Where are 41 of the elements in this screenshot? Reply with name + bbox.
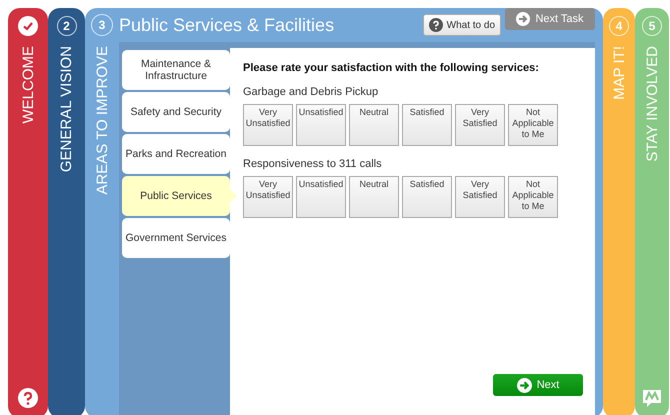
rating-option[interactable]: Not Applicable to Me [508,176,558,218]
rating-option[interactable]: Not Applicable to Me [508,104,558,146]
stage-number: 5 [642,16,662,36]
stage-number: 2 [56,16,76,36]
category-tab[interactable]: Safety and Security [122,92,230,132]
rating-option[interactable]: Neutral [349,104,399,146]
help-icon[interactable] [18,388,38,408]
stage-number: 4 [609,16,629,36]
pointer-icon [230,190,237,202]
rating-option[interactable]: Satisfied [402,104,452,146]
category-tab[interactable]: Parks and Recreation [122,134,230,174]
stage-number: 3 [91,14,113,36]
next-button[interactable]: Next [493,374,583,396]
rating-option[interactable]: Unsatisfied [296,104,346,146]
question-label: Responsiveness to 311 calls [243,158,383,170]
stage-label: GENERAL VISION [58,46,75,172]
rating-option[interactable]: Very Unsatisfied [243,104,293,146]
rating-option[interactable]: Satisfied [402,176,452,218]
category-tab[interactable]: Maintenance & Infrastructure [122,50,230,90]
rating-option[interactable]: Very Unsatisfied [243,176,293,218]
stage-label: STAY INVOLVED [644,46,660,162]
rating-option[interactable]: Neutral [349,176,399,218]
logo-icon [642,388,662,408]
stage-tab[interactable]: WELCOME [8,8,48,415]
rating-option[interactable]: Unsatisfied [296,176,346,218]
rating-option[interactable]: Very Satisfied [455,104,505,146]
survey-prompt: Please rate your satisfaction with the following services: [243,62,540,74]
arrow-icon [516,12,530,26]
rating-option[interactable]: Very Satisfied [455,176,505,218]
help-icon [428,18,443,32]
question-label: Garbage and Debris Pickup [243,86,380,98]
stage-label: AREAS TO IMPROVE [94,46,110,195]
stage-label: MAP IT! [610,46,628,100]
arrow-icon [516,378,532,392]
page-title: Public Services & Facilities [119,14,336,36]
category-tab[interactable]: Government Services [122,218,230,258]
what-to-do-button[interactable]: What to do [422,14,501,36]
stage-tab[interactable]: 2 GENERAL VISION [48,8,85,415]
check-icon [18,16,38,36]
stage-label: WELCOME [20,46,36,124]
category-tab[interactable]: Public Services [122,176,230,216]
